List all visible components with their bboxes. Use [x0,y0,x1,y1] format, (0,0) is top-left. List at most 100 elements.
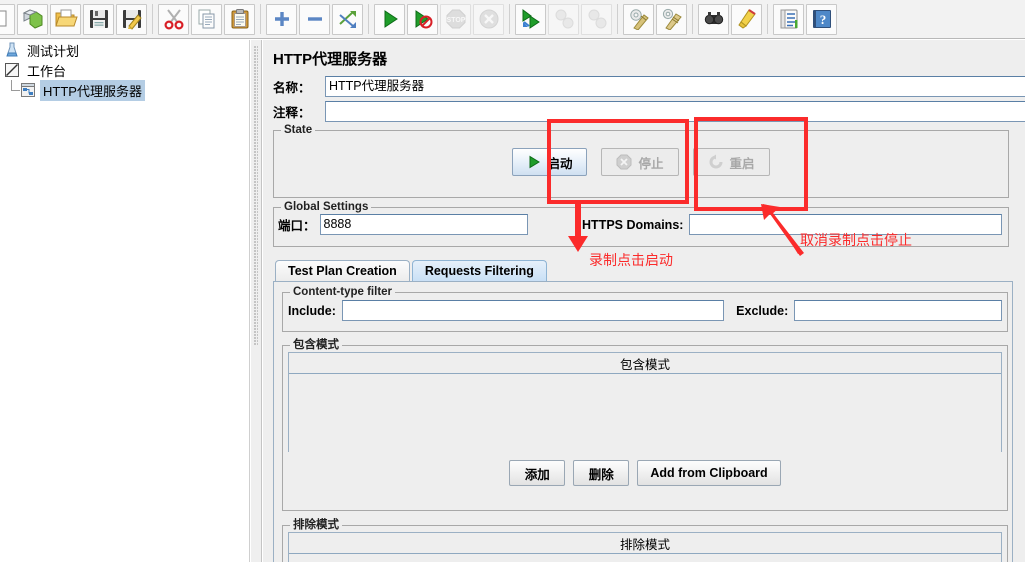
state-group-title: State [281,124,316,136]
content-type-filter-group: Content-type filter Include: Exclude: [282,286,1008,332]
toolbar-group-help: ? [772,2,838,36]
save-as-button[interactable] [116,3,147,35]
page-title: HTTP代理服务器 [273,51,388,68]
new-test-plan-button[interactable] [0,3,15,35]
workbench-icon [5,63,19,77]
global-settings-title: Global Settings [281,201,372,213]
help-button[interactable]: ? [806,3,837,35]
add-label: 添加 [524,467,550,482]
content-type-filter-title: Content-type filter [290,286,396,298]
toolbar-group-file [0,2,148,36]
toolbar-separator [152,4,153,34]
exclude-patterns-table[interactable]: 排除模式 [288,532,1002,562]
stop-octagon-icon [616,154,632,170]
toolbar-separator [767,4,768,34]
delete-label: 删除 [588,467,614,482]
copy-button[interactable] [191,3,222,35]
jmeter-window: STOP ? 测试计划 工作台 HTTP代理服务器 HTTP代理服务器 名称： … [0,0,1025,562]
proxy-start-button[interactable]: 启动 [512,148,588,176]
exclude-patterns-group: 排除模式 排除模式 [282,519,1008,562]
remote-start-all-button[interactable] [515,3,546,35]
add-from-clipboard-label: Add from Clipboard [650,466,768,480]
svg-text:?: ? [819,12,826,27]
split-pane-divider[interactable] [250,40,262,562]
https-domains-input[interactable] [689,214,1002,235]
exclude-patterns-body[interactable] [289,554,1001,562]
tab-label: Test Plan Creation [288,264,397,278]
proxy-stop-button: 停止 [601,148,679,176]
save-test-plan-button[interactable] [83,3,114,35]
tree-item-test-plan[interactable]: 测试计划 [0,40,249,60]
tree-item-workbench[interactable]: 工作台 [0,60,249,80]
tab-requests-filtering[interactable]: Requests Filtering [411,260,547,281]
https-domains-label: HTTPS Domains: [582,217,684,232]
tree-item-label: HTTP代理服务器 [40,79,145,101]
cut-button[interactable] [158,3,189,35]
tab-test-plan-creation[interactable]: Test Plan Creation [275,260,410,281]
tab-label: Requests Filtering [424,264,534,278]
stop-button: STOP [440,3,471,35]
remote-shutdown-all-button [581,3,612,35]
start-button[interactable] [374,3,405,35]
port-input[interactable]: 8888 [319,214,529,235]
toolbar-separator [692,4,693,34]
include-patterns-body[interactable] [289,374,1001,452]
start-no-pauses-button[interactable] [407,3,438,35]
name-label: 名称： [273,80,311,95]
port-label: 端口： [278,219,316,233]
toolbar-group-search [697,2,763,36]
exclude-patterns-title: 排除模式 [290,519,342,531]
add-include-pattern-button[interactable]: 添加 [509,460,566,486]
toolbar-separator [260,4,261,34]
proxy-tabs: Test Plan Creation Requests Filtering [275,259,1025,281]
reset-search-button[interactable] [731,3,762,35]
clear-button[interactable] [623,3,654,35]
tree-item-http-proxy-server[interactable]: HTTP代理服务器 [0,79,249,101]
global-settings-group: Global Settings 端口： 8888 HTTPS Domains: [273,201,1009,247]
templates-button[interactable] [17,3,48,35]
proxy-stop-label: 停止 [638,156,664,171]
toggle-arrows-button[interactable] [332,3,363,35]
green-play-icon [529,155,541,169]
include-patterns-buttons: 添加 删除 Add from Clipboard [288,460,1002,486]
requests-filtering-tabpanel: Content-type filter Include: Exclude: 包含… [273,281,1013,562]
toolbar-group-edit [157,2,256,36]
restart-arrow-icon [709,154,722,169]
collapse-all-button[interactable] [299,3,330,35]
name-input[interactable]: HTTP代理服务器 [325,75,1025,97]
exclude-content-type-input[interactable] [794,300,1002,321]
include-patterns-column-header: 包含模式 [289,353,1001,374]
include-content-type-input[interactable] [341,300,725,321]
tree-item-label: 测试计划 [27,43,80,59]
add-include-from-clipboard-button[interactable]: Add from Clipboard [637,460,781,486]
divider-grip [254,46,258,346]
delete-include-pattern-button[interactable]: 删除 [573,460,630,486]
comment-label: 注释： [273,105,311,120]
open-folder-button[interactable] [50,3,81,35]
include-label: Include: [288,303,336,318]
clear-all-button[interactable] [656,3,687,35]
http-proxy-icon [21,83,35,97]
tree-item-label: 工作台 [27,63,67,79]
main-toolbar: STOP ? [0,0,1025,39]
http-proxy-server-panel: HTTP代理服务器 名称： HTTP代理服务器 注释： State 启动 停止 … [263,40,1025,562]
paste-button[interactable] [224,3,255,35]
comment-field-row: 注释： [273,100,1025,122]
proxy-restart-button: 重启 [692,148,770,176]
shutdown-button [473,3,504,35]
toolbar-separator [509,4,510,34]
exclude-label: Exclude: [736,303,789,318]
toolbar-separator [368,4,369,34]
proxy-restart-label: 重启 [729,156,755,171]
toolbar-separator [617,4,618,34]
include-patterns-table[interactable]: 包含模式 [288,352,1002,452]
function-helper-button[interactable] [773,3,804,35]
test-plan-icon [6,42,18,57]
comment-input[interactable] [325,100,1025,122]
tree-elbow [4,80,20,100]
state-group: State 启动 停止 重启 [273,124,1009,198]
expand-all-button[interactable] [266,3,297,35]
toolbar-group-run: STOP [373,2,505,36]
search-button[interactable] [698,3,729,35]
test-plan-tree[interactable]: 测试计划 工作台 HTTP代理服务器 [0,40,250,562]
